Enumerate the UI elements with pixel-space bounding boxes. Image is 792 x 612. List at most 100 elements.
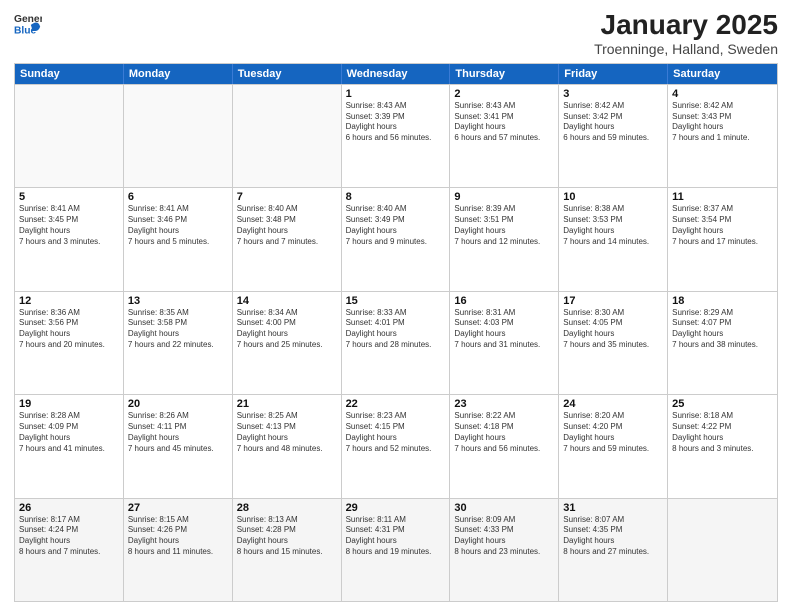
day-info: Sunrise: 8:40 AMSunset: 3:49 PMDaylight … [346,204,446,247]
day-info: Sunrise: 8:11 AMSunset: 4:31 PMDaylight … [346,515,446,558]
day-cell-14: 14Sunrise: 8:34 AMSunset: 4:00 PMDayligh… [233,292,342,394]
day-info: Sunrise: 8:18 AMSunset: 4:22 PMDaylight … [672,411,773,454]
day-info: Sunrise: 8:20 AMSunset: 4:20 PMDaylight … [563,411,663,454]
day-info: Sunrise: 8:41 AMSunset: 3:46 PMDaylight … [128,204,228,247]
day-cell-15: 15Sunrise: 8:33 AMSunset: 4:01 PMDayligh… [342,292,451,394]
day-info: Sunrise: 8:26 AMSunset: 4:11 PMDaylight … [128,411,228,454]
day-number: 16 [454,295,554,307]
day-info: Sunrise: 8:13 AMSunset: 4:28 PMDaylight … [237,515,337,558]
day-cell-8: 8Sunrise: 8:40 AMSunset: 3:49 PMDaylight… [342,188,451,290]
day-number: 6 [128,191,228,203]
day-cell-6: 6Sunrise: 8:41 AMSunset: 3:46 PMDaylight… [124,188,233,290]
day-cell-23: 23Sunrise: 8:22 AMSunset: 4:18 PMDayligh… [450,395,559,497]
day-info: Sunrise: 8:37 AMSunset: 3:54 PMDaylight … [672,204,773,247]
day-info: Sunrise: 8:30 AMSunset: 4:05 PMDaylight … [563,308,663,351]
calendar-row-4: 26Sunrise: 8:17 AMSunset: 4:24 PMDayligh… [15,498,777,601]
svg-text:Blue: Blue [14,25,37,36]
day-number: 3 [563,88,663,100]
day-cell-12: 12Sunrise: 8:36 AMSunset: 3:56 PMDayligh… [15,292,124,394]
header-day-monday: Monday [124,64,233,84]
day-cell-21: 21Sunrise: 8:25 AMSunset: 4:13 PMDayligh… [233,395,342,497]
day-number: 22 [346,398,446,410]
day-number: 7 [237,191,337,203]
day-cell-1: 1Sunrise: 8:43 AMSunset: 3:39 PMDaylight… [342,85,451,187]
day-cell-26: 26Sunrise: 8:17 AMSunset: 4:24 PMDayligh… [15,499,124,601]
empty-cell [668,499,777,601]
day-info: Sunrise: 8:43 AMSunset: 3:41 PMDaylight … [454,101,554,144]
day-number: 19 [19,398,119,410]
day-number: 27 [128,502,228,514]
day-info: Sunrise: 8:34 AMSunset: 4:00 PMDaylight … [237,308,337,351]
day-cell-4: 4Sunrise: 8:42 AMSunset: 3:43 PMDaylight… [668,85,777,187]
day-info: Sunrise: 8:25 AMSunset: 4:13 PMDaylight … [237,411,337,454]
day-cell-5: 5Sunrise: 8:41 AMSunset: 3:45 PMDaylight… [15,188,124,290]
header-day-saturday: Saturday [668,64,777,84]
day-cell-16: 16Sunrise: 8:31 AMSunset: 4:03 PMDayligh… [450,292,559,394]
day-cell-31: 31Sunrise: 8:07 AMSunset: 4:35 PMDayligh… [559,499,668,601]
day-info: Sunrise: 8:38 AMSunset: 3:53 PMDaylight … [563,204,663,247]
day-info: Sunrise: 8:40 AMSunset: 3:48 PMDaylight … [237,204,337,247]
day-info: Sunrise: 8:22 AMSunset: 4:18 PMDaylight … [454,411,554,454]
day-number: 23 [454,398,554,410]
day-number: 13 [128,295,228,307]
day-cell-10: 10Sunrise: 8:38 AMSunset: 3:53 PMDayligh… [559,188,668,290]
day-cell-25: 25Sunrise: 8:18 AMSunset: 4:22 PMDayligh… [668,395,777,497]
day-number: 18 [672,295,773,307]
header-day-tuesday: Tuesday [233,64,342,84]
day-number: 17 [563,295,663,307]
day-number: 10 [563,191,663,203]
day-number: 24 [563,398,663,410]
day-cell-28: 28Sunrise: 8:13 AMSunset: 4:28 PMDayligh… [233,499,342,601]
day-number: 9 [454,191,554,203]
day-info: Sunrise: 8:31 AMSunset: 4:03 PMDaylight … [454,308,554,351]
empty-cell [124,85,233,187]
day-cell-18: 18Sunrise: 8:29 AMSunset: 4:07 PMDayligh… [668,292,777,394]
day-cell-19: 19Sunrise: 8:28 AMSunset: 4:09 PMDayligh… [15,395,124,497]
day-number: 21 [237,398,337,410]
calendar-header: SundayMondayTuesdayWednesdayThursdayFrid… [15,64,777,84]
day-number: 11 [672,191,773,203]
title-area: January 2025 Troenninge, Halland, Sweden [594,10,778,57]
day-cell-17: 17Sunrise: 8:30 AMSunset: 4:05 PMDayligh… [559,292,668,394]
day-number: 28 [237,502,337,514]
day-info: Sunrise: 8:33 AMSunset: 4:01 PMDaylight … [346,308,446,351]
day-cell-9: 9Sunrise: 8:39 AMSunset: 3:51 PMDaylight… [450,188,559,290]
day-number: 4 [672,88,773,100]
day-number: 1 [346,88,446,100]
day-info: Sunrise: 8:43 AMSunset: 3:39 PMDaylight … [346,101,446,144]
day-cell-3: 3Sunrise: 8:42 AMSunset: 3:42 PMDaylight… [559,85,668,187]
day-cell-29: 29Sunrise: 8:11 AMSunset: 4:31 PMDayligh… [342,499,451,601]
day-info: Sunrise: 8:36 AMSunset: 3:56 PMDaylight … [19,308,119,351]
day-number: 15 [346,295,446,307]
day-info: Sunrise: 8:23 AMSunset: 4:15 PMDaylight … [346,411,446,454]
day-number: 30 [454,502,554,514]
day-info: Sunrise: 8:17 AMSunset: 4:24 PMDaylight … [19,515,119,558]
location: Troenninge, Halland, Sweden [594,41,778,57]
day-info: Sunrise: 8:15 AMSunset: 4:26 PMDaylight … [128,515,228,558]
day-number: 20 [128,398,228,410]
day-number: 26 [19,502,119,514]
header-day-wednesday: Wednesday [342,64,451,84]
day-cell-7: 7Sunrise: 8:40 AMSunset: 3:48 PMDaylight… [233,188,342,290]
day-cell-22: 22Sunrise: 8:23 AMSunset: 4:15 PMDayligh… [342,395,451,497]
day-cell-2: 2Sunrise: 8:43 AMSunset: 3:41 PMDaylight… [450,85,559,187]
day-cell-20: 20Sunrise: 8:26 AMSunset: 4:11 PMDayligh… [124,395,233,497]
calendar-row-0: 1Sunrise: 8:43 AMSunset: 3:39 PMDaylight… [15,84,777,187]
day-info: Sunrise: 8:09 AMSunset: 4:33 PMDaylight … [454,515,554,558]
header-day-thursday: Thursday [450,64,559,84]
day-info: Sunrise: 8:29 AMSunset: 4:07 PMDaylight … [672,308,773,351]
calendar-row-3: 19Sunrise: 8:28 AMSunset: 4:09 PMDayligh… [15,394,777,497]
day-info: Sunrise: 8:42 AMSunset: 3:43 PMDaylight … [672,101,773,144]
day-info: Sunrise: 8:41 AMSunset: 3:45 PMDaylight … [19,204,119,247]
day-number: 29 [346,502,446,514]
empty-cell [15,85,124,187]
day-number: 31 [563,502,663,514]
day-cell-13: 13Sunrise: 8:35 AMSunset: 3:58 PMDayligh… [124,292,233,394]
page-header: General Blue January 2025 Troenninge, Ha… [14,10,778,57]
calendar-row-1: 5Sunrise: 8:41 AMSunset: 3:45 PMDaylight… [15,187,777,290]
header-day-friday: Friday [559,64,668,84]
calendar-body: 1Sunrise: 8:43 AMSunset: 3:39 PMDaylight… [15,84,777,601]
day-number: 14 [237,295,337,307]
day-number: 2 [454,88,554,100]
day-info: Sunrise: 8:39 AMSunset: 3:51 PMDaylight … [454,204,554,247]
